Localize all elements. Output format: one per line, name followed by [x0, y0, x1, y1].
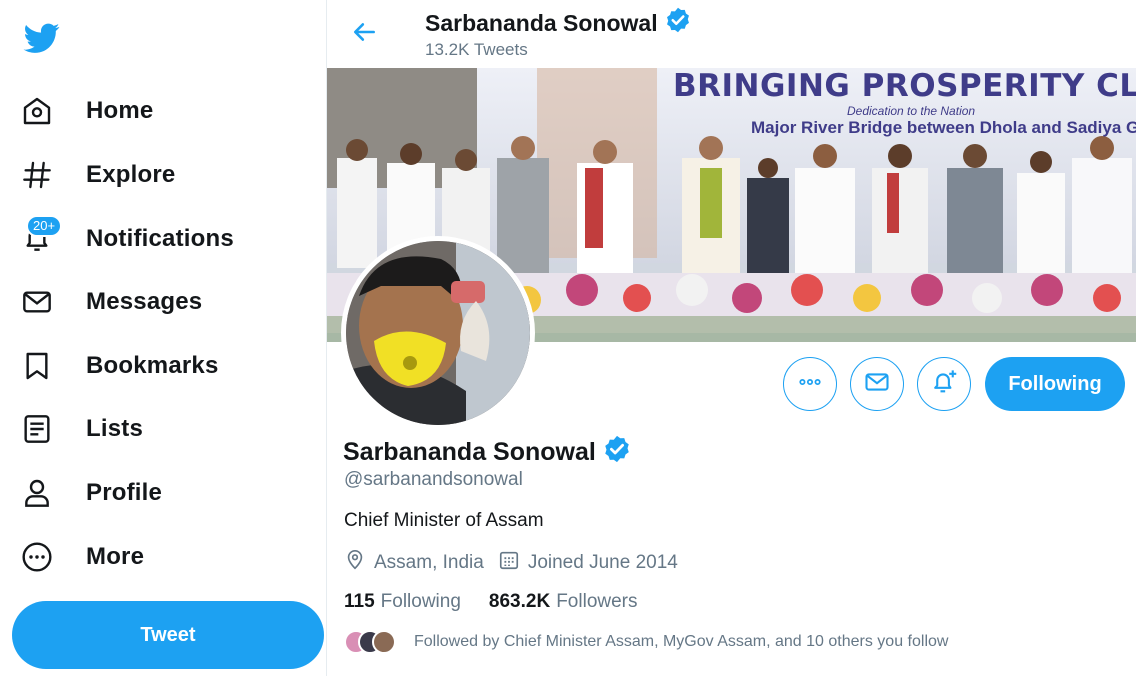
- followers-you-know-avatars: [344, 630, 398, 654]
- sidebar-item-label: Profile: [86, 479, 163, 506]
- following-label: Following: [380, 591, 461, 612]
- profile-header-bar: Sarbananda Sonowal 13.2K Tweets: [327, 0, 1136, 68]
- profile-name-text: Sarbananda Sonowal: [343, 438, 596, 466]
- profile-joined: Joined June 2014: [498, 549, 678, 577]
- sidebar-item-home[interactable]: Home: [14, 86, 314, 136]
- profile-stats: 115 Following 863.2K Followers: [344, 591, 666, 613]
- location-text: Assam, India: [374, 552, 484, 573]
- bell-icon: 20+: [12, 214, 63, 264]
- more-circle-icon: [12, 532, 62, 582]
- followers-count: 863.2K: [488, 591, 551, 612]
- sidebar-item-label: Home: [86, 97, 154, 124]
- profile-bio: Chief Minister of Assam: [344, 510, 544, 531]
- profile-meta: Assam, India Joined June 2014: [344, 549, 692, 577]
- header-name-text: Sarbananda Sonowal: [425, 9, 658, 36]
- notification-badge: 20+: [26, 215, 63, 237]
- banner-subtitle: Dedication to the Nation: [847, 104, 976, 118]
- bookmark-icon: [12, 341, 62, 391]
- following-button[interactable]: Following: [985, 357, 1125, 411]
- list-icon: [12, 404, 62, 454]
- envelope-icon: [863, 368, 891, 401]
- profile-location: Assam, India: [344, 549, 484, 577]
- sidebar-item-lists[interactable]: Lists: [14, 404, 314, 454]
- sidebar-item-label: Explore: [86, 161, 176, 188]
- sidebar-item-notifications[interactable]: 20+ Notifications: [14, 214, 314, 264]
- sidebar-item-label: Messages: [86, 288, 203, 315]
- avatar: [372, 630, 396, 654]
- sidebar: Home Explore 20+ Notifications Messages: [0, 0, 326, 676]
- calendar-icon: [498, 549, 528, 577]
- header-profile-name: Sarbananda Sonowal: [425, 6, 692, 40]
- profile-main: Sarbananda Sonowal 13.2K Tweets BRINGING…: [326, 0, 1136, 676]
- notifications-toggle-button[interactable]: [917, 357, 971, 411]
- followed-by-link[interactable]: Followed by Chief Minister Assam, MyGov …: [344, 630, 948, 654]
- tweet-button[interactable]: Tweet: [12, 601, 324, 669]
- verified-badge-icon: [664, 6, 692, 40]
- profile-name: Sarbananda Sonowal: [343, 434, 632, 471]
- back-arrow-icon[interactable]: [345, 14, 385, 50]
- following-count: 115: [344, 591, 375, 612]
- sidebar-item-label: More: [86, 543, 145, 570]
- sidebar-item-messages[interactable]: Messages: [14, 277, 314, 327]
- sidebar-item-label: Lists: [86, 415, 144, 442]
- envelope-icon: [12, 277, 62, 327]
- message-button[interactable]: [850, 357, 904, 411]
- joined-text: Joined June 2014: [527, 552, 678, 573]
- person-icon: [12, 468, 62, 518]
- sidebar-item-bookmarks[interactable]: Bookmarks: [14, 341, 314, 391]
- following-stat-link[interactable]: 115 Following: [344, 591, 461, 613]
- profile-handle: @sarbanandsonowal: [344, 469, 523, 490]
- sidebar-item-profile[interactable]: Profile: [14, 468, 314, 518]
- followers-label: Followers: [556, 591, 638, 612]
- sidebar-item-more[interactable]: More: [14, 532, 314, 582]
- more-options-button[interactable]: [783, 357, 837, 411]
- twitter-bird-icon[interactable]: [22, 20, 64, 58]
- tweet-count: 13.2K Tweets: [425, 40, 528, 59]
- app: Home Explore 20+ Notifications Messages: [0, 0, 1136, 676]
- sidebar-item-label: Bookmarks: [86, 352, 219, 379]
- sidebar-item-explore[interactable]: Explore: [14, 150, 314, 200]
- verified-badge-icon: [602, 434, 632, 471]
- banner-title: BRINGING PROSPERITY CLOSER: [673, 68, 1136, 104]
- home-icon: [12, 86, 62, 136]
- sidebar-item-label: Notifications: [86, 225, 234, 252]
- followed-by-text: Followed by Chief Minister Assam, MyGov …: [414, 633, 949, 650]
- more-dots-icon: [797, 369, 823, 400]
- location-pin-icon: [344, 549, 374, 577]
- followers-stat-link[interactable]: 863.2K Followers: [489, 591, 638, 613]
- profile-avatar[interactable]: [341, 236, 535, 430]
- hashtag-icon: [12, 150, 62, 200]
- banner-subtitle: Major River Bridge between Dhola and Sad…: [751, 118, 1136, 137]
- bell-plus-icon: [930, 368, 958, 401]
